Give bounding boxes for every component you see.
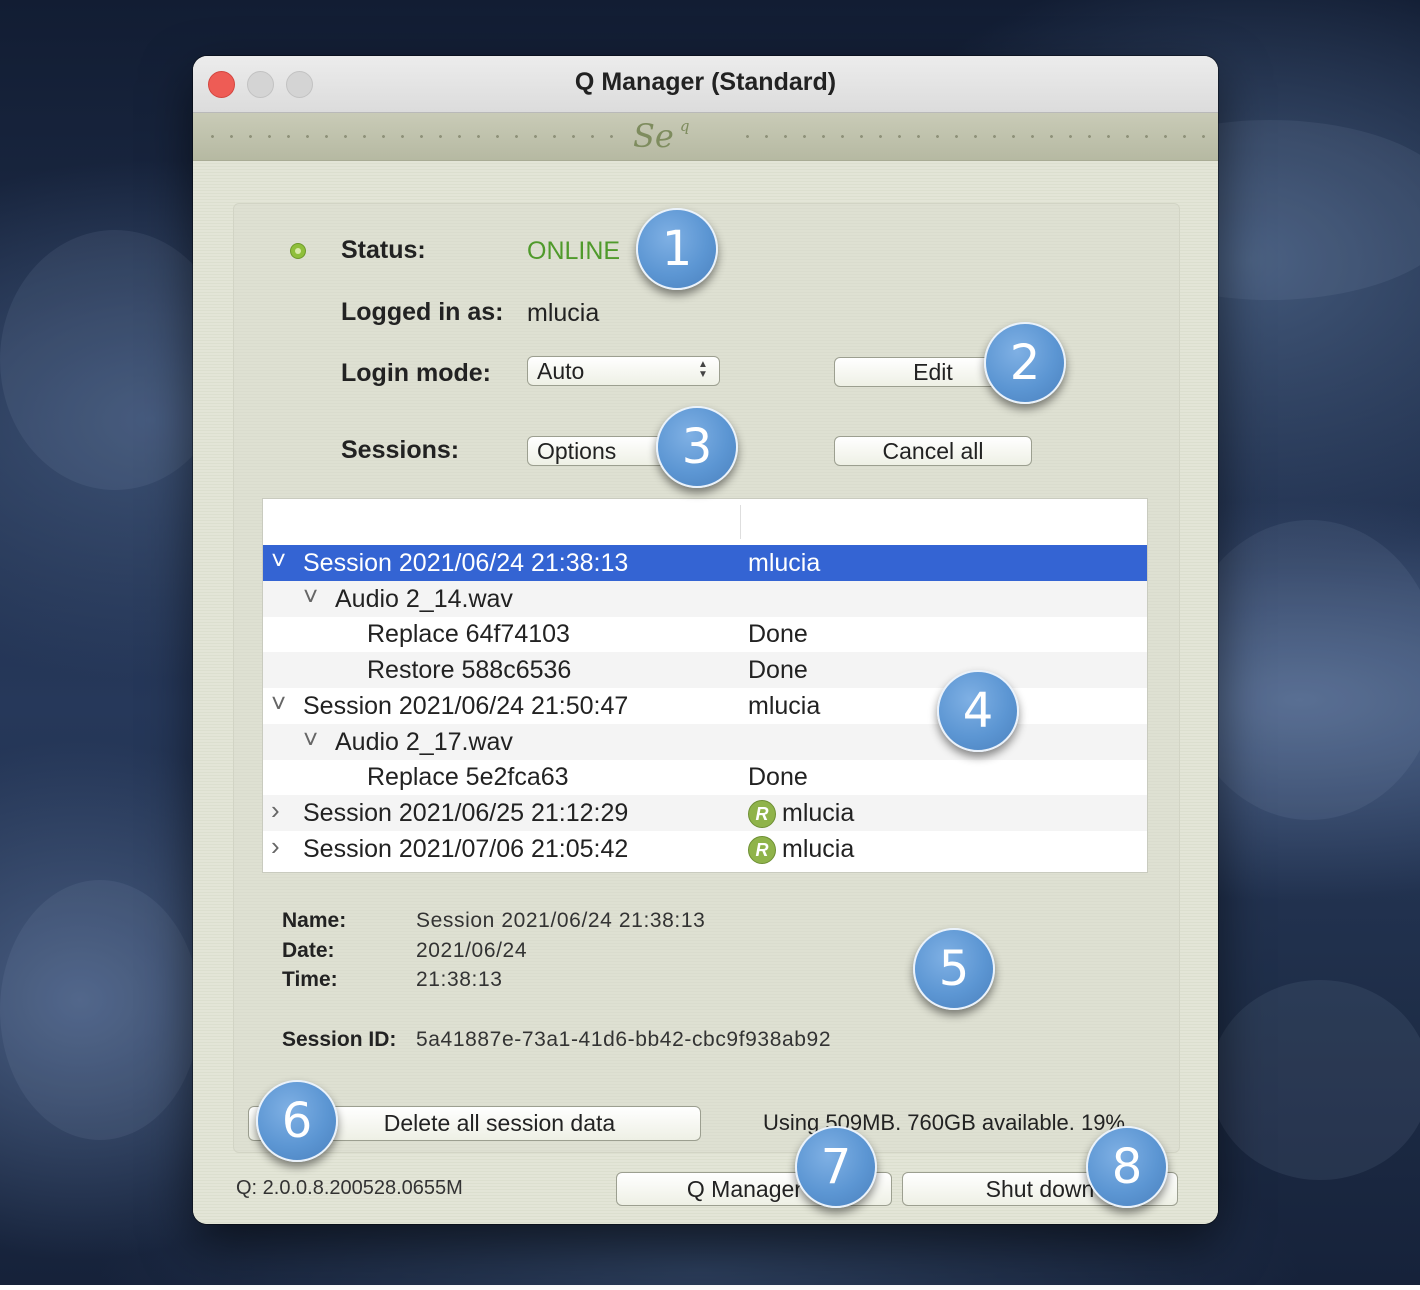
- row-name: Session 2021/06/24 21:50:47: [303, 691, 629, 720]
- table-row[interactable]: ˅ Session 2021/06/24 21:38:13 mlucia: [263, 545, 1147, 581]
- chevron-down-icon[interactable]: ˅: [271, 545, 286, 576]
- brand-bar: Se q: [193, 113, 1218, 161]
- row-name: Replace 64f74103: [367, 620, 570, 649]
- logged-in-value: mlucia: [527, 299, 600, 327]
- login-mode-select[interactable]: Auto ▲ ▼: [527, 356, 720, 386]
- row-status-text: Done: [748, 763, 808, 792]
- detail-session-id-label: Session ID:: [282, 1028, 397, 1051]
- recorded-session-icon: R: [748, 800, 776, 829]
- version-text: Q: 2.0.0.8.200528.0655M: [236, 1177, 463, 1199]
- row-status: Rmlucia: [748, 798, 855, 829]
- window-titlebar[interactable]: Q Manager (Standard): [193, 56, 1218, 113]
- cancel-all-button[interactable]: Cancel all: [834, 436, 1032, 466]
- detail-date-label: Date:: [282, 939, 335, 962]
- row-name: Audio 2_14.wav: [335, 584, 513, 613]
- chevron-right-icon[interactable]: ›: [271, 795, 280, 826]
- select-stepper-icon: ▲ ▼: [698, 359, 708, 380]
- annotation-marker-7: 7: [795, 1126, 877, 1208]
- row-status-text: Done: [748, 656, 808, 685]
- column-separator[interactable]: [740, 505, 741, 539]
- login-mode-label: Login mode:: [341, 359, 491, 387]
- annotation-marker-2: 2: [984, 322, 1066, 404]
- row-name: Restore 588c6536: [367, 656, 572, 685]
- chevron-down-icon[interactable]: ˅: [303, 581, 318, 612]
- recorded-session-icon: R: [748, 835, 776, 864]
- detail-time-label: Time:: [282, 968, 338, 991]
- annotation-marker-8: 8: [1086, 1126, 1168, 1208]
- detail-session-id-value: 5a41887e-73a1-41d6-bb42-cbc9f938ab92: [416, 1028, 832, 1051]
- brand-logo-sup: q: [679, 117, 690, 135]
- sessions-label: Sessions:: [341, 436, 460, 464]
- chevron-down-icon[interactable]: ˅: [271, 688, 286, 719]
- row-name: Session 2021/06/24 21:38:13: [303, 549, 629, 577]
- table-row[interactable]: ˅ Audio 2_14.wav: [263, 580, 1147, 617]
- row-name: Session 2021/06/25 21:12:29: [303, 798, 629, 827]
- row-name: Session 2021/07/06 21:05:42: [303, 834, 629, 863]
- table-row[interactable]: › Session 2021/06/25 21:12:29 Rmlucia: [263, 794, 1147, 831]
- row-status: Done: [748, 620, 808, 649]
- annotation-marker-4: 4: [937, 670, 1019, 752]
- brand-dots-left: [203, 135, 613, 138]
- row-status: Rmlucia: [748, 835, 854, 864]
- detail-name-value: Session 2021/06/24 21:38:13: [416, 909, 706, 932]
- row-status: Done: [748, 656, 808, 685]
- table-row[interactable]: › Session 2021/07/06 21:05:42 Rmlucia: [263, 831, 1147, 867]
- annotation-marker-1: 1: [636, 208, 718, 290]
- status-value: ONLINE: [527, 237, 621, 265]
- sessions-table[interactable]: ˅ Session 2021/06/24 21:38:13 mlucia ˅ Audio…: [262, 498, 1148, 873]
- detail-date-value: 2021/06/24: [416, 939, 528, 962]
- brand-logo: Se q: [633, 117, 689, 155]
- detail-time-value: 21:38:13: [416, 968, 503, 991]
- brand-logo-text: Se: [633, 117, 674, 155]
- row-status-text: mlucia: [782, 798, 855, 827]
- row-name: Replace 5e2fca63: [367, 763, 569, 792]
- table-row[interactable]: Replace 64f74103 Done: [263, 616, 1147, 652]
- chevron-down-icon[interactable]: ˅: [303, 724, 318, 755]
- row-status-text: mlucia: [782, 834, 855, 863]
- window-title: Q Manager (Standard): [574, 68, 837, 96]
- row-status-text: mlucia: [748, 691, 821, 720]
- chevron-right-icon[interactable]: ›: [271, 831, 280, 862]
- brand-dots-right: [738, 135, 1208, 138]
- row-name: Audio 2_17.wav: [335, 727, 513, 756]
- row-status-text: mlucia: [748, 549, 821, 577]
- logged-in-label: Logged in as:: [341, 298, 504, 326]
- sessions-options-value: Options: [537, 438, 617, 464]
- status-label: Status:: [341, 236, 426, 264]
- table-row[interactable]: Replace 5e2fca63 Done: [263, 759, 1147, 795]
- row-status: mlucia: [748, 692, 820, 721]
- status-indicator-icon: [290, 243, 306, 259]
- page-bottom-border: [0, 1285, 1420, 1290]
- annotation-marker-5: 5: [913, 928, 995, 1010]
- table-header: [263, 499, 1147, 543]
- row-status: mlucia: [748, 549, 820, 578]
- row-status-text: Done: [748, 620, 808, 649]
- annotation-marker-6: 6: [256, 1080, 338, 1162]
- login-mode-select-value: Auto: [537, 358, 585, 384]
- row-status: Done: [748, 763, 808, 792]
- annotation-marker-3: 3: [656, 406, 738, 488]
- detail-name-label: Name:: [282, 909, 347, 932]
- table-row[interactable]: Restore 588c6536 Done: [263, 652, 1147, 689]
